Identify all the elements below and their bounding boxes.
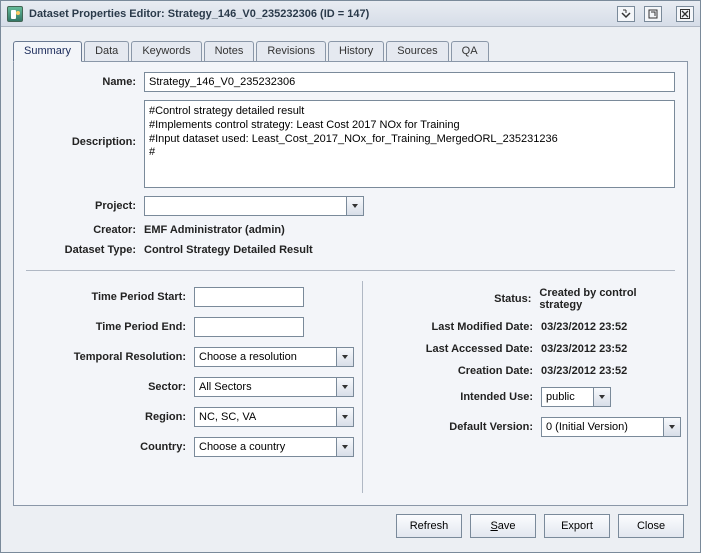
label-intended-use: Intended Use:: [375, 391, 533, 403]
chevron-down-icon[interactable]: [663, 417, 681, 437]
label-creation-date: Creation Date:: [375, 365, 533, 377]
name-input[interactable]: [144, 72, 675, 92]
refresh-button[interactable]: Refresh: [396, 514, 462, 538]
label-dataset-type: Dataset Type:: [26, 244, 136, 256]
intended-use-combo[interactable]: [541, 387, 611, 407]
label-time-end: Time Period End:: [26, 321, 186, 333]
tab-summary[interactable]: Summary: [13, 41, 82, 62]
tab-data[interactable]: Data: [84, 41, 129, 62]
time-end-input[interactable]: [194, 317, 304, 337]
label-country: Country:: [26, 441, 186, 453]
label-region: Region:: [26, 411, 186, 423]
tab-history[interactable]: History: [328, 41, 384, 62]
chevron-down-icon[interactable]: [336, 347, 354, 367]
dataset-type-value: Control Strategy Detailed Result: [144, 244, 313, 256]
region-combo[interactable]: [194, 407, 354, 427]
tab-revisions[interactable]: Revisions: [256, 41, 326, 62]
label-default-version: Default Version:: [375, 421, 533, 433]
creation-date-value: 03/23/2012 23:52: [541, 365, 627, 377]
region-input[interactable]: [194, 407, 354, 427]
chevron-down-icon[interactable]: [336, 437, 354, 457]
time-start-input[interactable]: [194, 287, 304, 307]
tab-keywords[interactable]: Keywords: [131, 41, 201, 62]
sector-input[interactable]: [194, 377, 354, 397]
separator: [26, 270, 675, 271]
tab-strip: Summary Data Keywords Notes Revisions Hi…: [13, 41, 688, 62]
label-last-modified: Last Modified Date:: [375, 321, 533, 333]
default-version-combo[interactable]: [541, 417, 681, 437]
chevron-down-icon[interactable]: [346, 196, 364, 216]
button-bar: Refresh Save Export Close: [13, 506, 688, 544]
window-title: Dataset Properties Editor: Strategy_146_…: [29, 8, 369, 20]
chevron-down-icon[interactable]: [336, 407, 354, 427]
project-combo[interactable]: [144, 196, 364, 216]
label-sector: Sector:: [26, 381, 186, 393]
close-button[interactable]: Close: [618, 514, 684, 538]
description-textarea[interactable]: #Control strategy detailed result #Imple…: [144, 100, 675, 188]
temporal-res-combo[interactable]: [194, 347, 354, 367]
maximize-internal-button[interactable]: [644, 6, 662, 22]
label-description: Description:: [26, 100, 136, 148]
label-project: Project:: [26, 200, 136, 212]
tab-qa[interactable]: QA: [451, 41, 489, 62]
export-button[interactable]: Export: [544, 514, 610, 538]
country-combo[interactable]: [194, 437, 354, 457]
titlebar: Dataset Properties Editor: Strategy_146_…: [1, 1, 700, 27]
minimize-internal-button[interactable]: [617, 6, 635, 22]
app-icon: [7, 6, 23, 22]
label-last-accessed: Last Accessed Date:: [375, 343, 533, 355]
label-creator: Creator:: [26, 224, 136, 236]
save-button[interactable]: Save: [470, 514, 536, 538]
tab-sources[interactable]: Sources: [386, 41, 448, 62]
creator-value: EMF Administrator (admin): [144, 224, 285, 236]
temporal-res-input[interactable]: [194, 347, 354, 367]
label-time-start: Time Period Start:: [26, 291, 186, 303]
default-version-input[interactable]: [541, 417, 681, 437]
close-window-button[interactable]: [676, 6, 694, 22]
label-name: Name:: [26, 76, 136, 88]
tab-notes[interactable]: Notes: [204, 41, 255, 62]
window-frame: Dataset Properties Editor: Strategy_146_…: [0, 0, 701, 553]
chevron-down-icon[interactable]: [336, 377, 354, 397]
label-status: Status:: [375, 293, 531, 305]
tab-content-summary: Name: Description: #Control strategy det…: [13, 61, 688, 506]
project-combo-input[interactable]: [144, 196, 364, 216]
last-accessed-value: 03/23/2012 23:52: [541, 343, 627, 355]
country-input[interactable]: [194, 437, 354, 457]
label-temporal-res: Temporal Resolution:: [26, 351, 186, 363]
chevron-down-icon[interactable]: [593, 387, 611, 407]
sector-combo[interactable]: [194, 377, 354, 397]
status-value: Created by control strategy: [539, 287, 681, 311]
last-modified-value: 03/23/2012 23:52: [541, 321, 627, 333]
